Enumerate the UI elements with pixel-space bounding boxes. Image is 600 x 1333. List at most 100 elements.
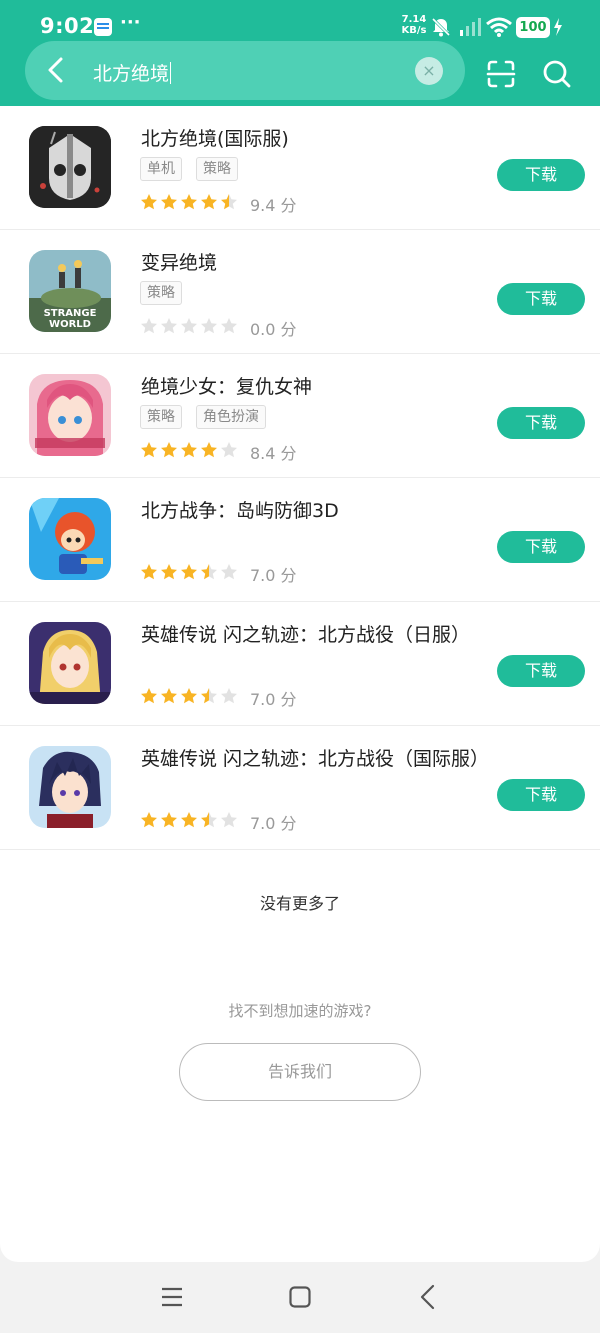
star-icon — [221, 688, 237, 704]
star-rating — [140, 563, 240, 585]
star-rating — [140, 687, 240, 709]
star-icon — [181, 442, 197, 458]
search-icon[interactable] — [542, 59, 572, 89]
download-button[interactable]: 下载 — [497, 779, 585, 811]
star-icon — [181, 564, 197, 580]
star-icon — [181, 812, 197, 828]
cell-signal-icon — [460, 18, 481, 36]
star-icon — [161, 688, 177, 704]
score-label: 7.0 分 — [250, 814, 297, 833]
star-icon — [161, 442, 177, 458]
star-icon — [221, 318, 237, 334]
more-notifications-icon: ··· — [120, 12, 141, 33]
star-icon — [141, 442, 157, 458]
scan-icon[interactable] — [486, 59, 516, 89]
result-item[interactable]: 英雄传说 闪之轨迹：北方战役（日服） 7.0 分 下载 — [0, 602, 600, 726]
text-cursor — [170, 62, 172, 84]
download-button[interactable]: 下载 — [497, 655, 585, 687]
result-item[interactable]: 北方绝境(国际服) 单机 策略 9.4 分 下载 — [0, 106, 600, 230]
score-label: 7.0 分 — [250, 566, 297, 585]
battery-indicator: 100 — [516, 17, 550, 38]
star-icon — [161, 194, 177, 210]
star-icon — [181, 688, 197, 704]
game-title: 绝境少女：复仇女神 — [141, 376, 313, 398]
star-rating — [140, 193, 240, 215]
game-icon — [29, 746, 111, 828]
star-icon — [181, 194, 197, 210]
search-input[interactable]: 北方绝境 — [93, 59, 172, 86]
clear-search-button[interactable]: × — [415, 57, 443, 85]
feedback-prompt: 找不到想加速的游戏? — [228, 1002, 372, 1020]
result-item[interactable]: 英雄传说 闪之轨迹：北方战役（国际服） 7.0 分 下载 — [0, 726, 600, 850]
cartoon-hero-icon — [29, 498, 111, 580]
star-icon — [141, 688, 157, 704]
back-nav-icon[interactable] — [418, 1284, 438, 1310]
game-title: 英雄传说 闪之轨迹：北方战役（国际服） — [141, 748, 490, 770]
icon-caption: STRANGE WORLD — [43, 308, 97, 330]
game-title: 英雄传说 闪之轨迹：北方战役（日服） — [141, 624, 471, 646]
network-speed: 7.14 KB/s — [398, 14, 430, 36]
app-header: 9:02 ··· 7.14 KB/s 100 北方绝境 × — [0, 0, 600, 106]
game-title: 北方绝境(国际服) — [141, 128, 289, 150]
star-icon — [221, 812, 237, 828]
tag-label: 策略 — [196, 157, 238, 181]
search-bar[interactable] — [25, 41, 465, 100]
game-icon — [29, 126, 111, 208]
star-icon — [161, 318, 177, 334]
download-button[interactable]: 下载 — [497, 283, 585, 315]
star-icon — [161, 812, 177, 828]
download-button[interactable]: 下载 — [497, 531, 585, 563]
star-icon — [201, 442, 217, 458]
star-icon — [201, 318, 217, 334]
score-label: 0.0 分 — [250, 320, 297, 339]
star-icon — [201, 812, 217, 828]
game-icon — [29, 374, 111, 456]
tag-label: 角色扮演 — [196, 405, 266, 429]
star-icon — [161, 564, 177, 580]
tag-list: 单机 策略 — [140, 157, 252, 181]
score-label: 9.4 分 — [250, 196, 297, 215]
rating: 9.4 分 — [140, 192, 297, 215]
status-time: 9:02 — [40, 14, 95, 38]
download-button[interactable]: 下载 — [497, 159, 585, 191]
wifi-icon — [486, 17, 512, 37]
game-icon — [29, 622, 111, 704]
home-icon[interactable] — [289, 1286, 311, 1308]
charging-icon — [554, 18, 562, 36]
anime-boy-icon — [29, 746, 111, 828]
search-query: 北方绝境 — [93, 63, 170, 85]
network-speed-value: 7.14 — [401, 14, 427, 25]
back-icon[interactable] — [44, 56, 68, 84]
end-of-list-text: 没有更多了 — [259, 894, 340, 913]
star-icon — [141, 194, 157, 210]
recent-apps-icon[interactable] — [161, 1286, 183, 1308]
score-label: 8.4 分 — [250, 444, 297, 463]
star-rating — [140, 441, 240, 463]
star-icon — [141, 318, 157, 334]
star-icon — [221, 194, 237, 210]
notification-app-icon — [94, 18, 112, 36]
tag-label: 单机 — [140, 157, 182, 181]
network-speed-unit: KB/s — [401, 25, 427, 36]
rating: 7.0 分 — [140, 562, 297, 585]
star-rating — [140, 317, 240, 339]
anime-girl-icon — [29, 374, 111, 456]
star-rating — [140, 811, 240, 833]
system-nav-bar — [0, 1262, 600, 1333]
download-button[interactable]: 下载 — [497, 407, 585, 439]
star-icon — [201, 688, 217, 704]
star-icon — [221, 442, 237, 458]
result-item[interactable]: STRANGE WORLD 变异绝境 策略 0.0 分 下载 — [0, 230, 600, 354]
tell-us-button[interactable]: 告诉我们 — [179, 1043, 421, 1101]
mute-bell-icon — [431, 17, 451, 37]
game-title: 北方战争：岛屿防御3D — [141, 500, 339, 522]
tag-list: 策略 — [140, 281, 196, 305]
star-icon — [221, 564, 237, 580]
star-icon — [201, 564, 217, 580]
game-title: 变异绝境 — [141, 252, 218, 274]
star-icon — [141, 812, 157, 828]
star-icon — [201, 194, 217, 210]
result-item[interactable]: 绝境少女：复仇女神 策略 角色扮演 8.4 分 下载 — [0, 354, 600, 478]
result-item[interactable]: 北方战争：岛屿防御3D 7.0 分 下载 — [0, 478, 600, 602]
anime-blonde-icon — [29, 622, 111, 704]
